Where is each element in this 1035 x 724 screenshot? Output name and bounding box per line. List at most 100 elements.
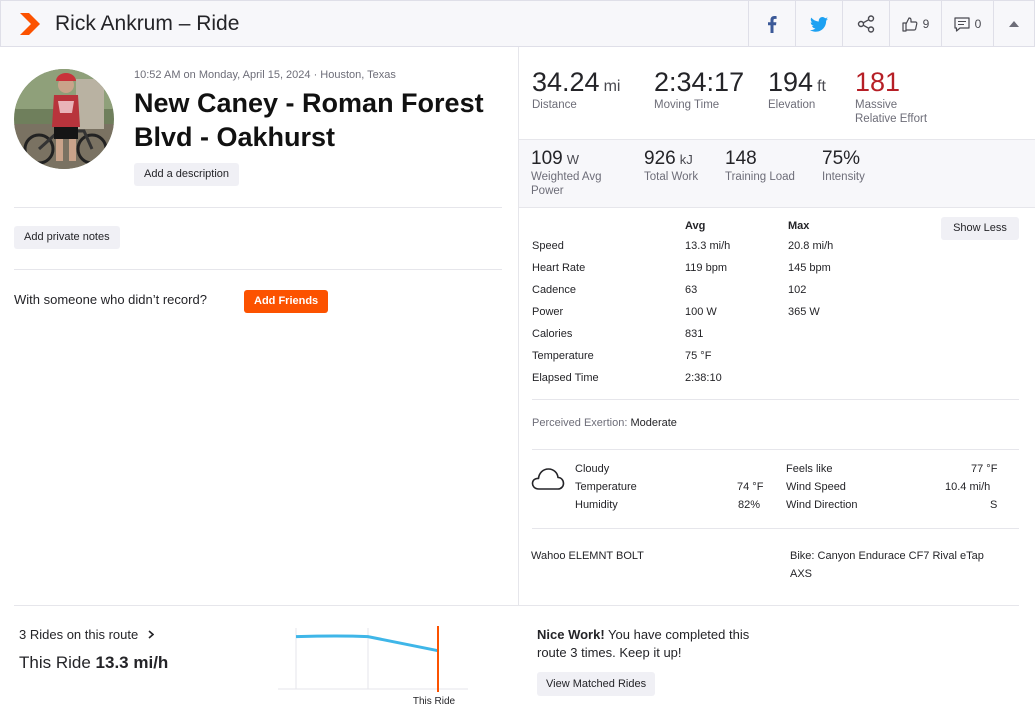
rides-on-route-text: 3 Rides on this route bbox=[19, 627, 139, 642]
row-max: 365 W bbox=[788, 306, 820, 318]
weather-humidity-value: 82% bbox=[738, 499, 761, 511]
add-description-button[interactable]: Add a description bbox=[134, 163, 239, 186]
route-message: Nice Work! You have completed this route… bbox=[537, 626, 757, 662]
divider bbox=[14, 605, 1019, 606]
twitter-share-button[interactable] bbox=[795, 1, 842, 47]
row-avg: 13.3 mi/h bbox=[685, 240, 731, 252]
weather-temperature-label: Temperature bbox=[575, 481, 637, 493]
row-max: 102 bbox=[788, 284, 807, 296]
share-button[interactable] bbox=[842, 1, 889, 47]
stat-value: 926 bbox=[644, 148, 676, 169]
exertion-value: Moderate bbox=[630, 417, 677, 429]
stat-label-line1: Weighted Avg bbox=[531, 171, 602, 183]
table-row: Speed 13.3 mi/h 20.8 mi/h bbox=[532, 240, 932, 256]
activity-datetime-location: 10:52 AM on Monday, April 15, 2024 · Hou… bbox=[134, 69, 396, 81]
add-friends-button[interactable]: Add Friends bbox=[244, 290, 329, 313]
athlete-avatar[interactable] bbox=[14, 69, 114, 169]
collapse-button[interactable] bbox=[993, 1, 1034, 47]
facebook-share-button[interactable] bbox=[748, 1, 795, 47]
activity-title[interactable]: New Caney - Roman Forest Blvd - Oakhurst bbox=[134, 86, 494, 154]
rides-on-route-link[interactable]: 3 Rides on this route bbox=[19, 627, 155, 642]
share-icon bbox=[857, 15, 875, 33]
divider bbox=[532, 528, 1019, 529]
cloud-icon bbox=[531, 468, 565, 490]
avatar-photo bbox=[14, 69, 114, 169]
table-row: Power 100 W 365 W bbox=[532, 306, 932, 322]
divider bbox=[14, 269, 502, 270]
weather-wind-direction-label: Wind Direction bbox=[786, 499, 858, 511]
route-comparison-chart: This Ride bbox=[278, 620, 468, 710]
strava-logo-icon[interactable] bbox=[20, 13, 40, 35]
stat-value: 148 bbox=[725, 148, 757, 169]
row-label: Speed bbox=[532, 240, 564, 252]
row-label: Heart Rate bbox=[532, 262, 586, 274]
stat-value: 34.24 bbox=[532, 67, 600, 97]
row-label: Elapsed Time bbox=[532, 372, 599, 384]
divider bbox=[532, 449, 1019, 450]
stat-unit: mi bbox=[603, 78, 621, 95]
kudos-count: 9 bbox=[922, 17, 930, 31]
stat-label-line1: Massive bbox=[855, 99, 898, 111]
row-label: Temperature bbox=[532, 350, 594, 362]
this-ride-value: 13.3 mi/h bbox=[95, 653, 169, 672]
add-private-notes-button[interactable]: Add private notes bbox=[14, 226, 120, 249]
stat-label-line2: Power bbox=[531, 185, 564, 197]
stat-value: 2:34:17 bbox=[654, 67, 745, 97]
stat-label: Total Work bbox=[644, 171, 699, 183]
divider bbox=[532, 399, 1019, 400]
device-name: Wahoo ELEMNT BOLT bbox=[531, 550, 644, 562]
column-header-avg: Avg bbox=[685, 220, 706, 232]
stat-value: 75% bbox=[822, 148, 861, 169]
stat-unit: ft bbox=[817, 78, 826, 95]
bike-name-line1[interactable]: Bike: Canyon Endurace CF7 Rival eTap bbox=[790, 550, 984, 562]
row-label: Calories bbox=[532, 328, 573, 340]
chevron-right-icon bbox=[148, 630, 155, 639]
table-row: Cadence 63 102 bbox=[532, 284, 932, 300]
column-header-max: Max bbox=[788, 220, 810, 232]
weather-humidity-label: Humidity bbox=[575, 499, 618, 511]
route-chart-svg: This Ride bbox=[278, 626, 468, 707]
exertion-label: Perceived Exertion: bbox=[532, 417, 628, 429]
stat-label: Moving Time bbox=[654, 99, 720, 111]
chart-series-line bbox=[295, 634, 439, 653]
stat-unit: kJ bbox=[679, 152, 693, 167]
stat-moving-time: 2:34:17 Moving Time bbox=[654, 67, 744, 112]
kudos-button[interactable]: 9 bbox=[889, 1, 941, 47]
primary-stats: 34.24 mi Distance 2:34:17 Moving Time 194… bbox=[519, 47, 1035, 139]
divider bbox=[14, 207, 502, 208]
page-title: Rick Ankrum – Ride bbox=[55, 12, 240, 35]
stat-value: 194 bbox=[768, 67, 814, 97]
page-header: Rick Ankrum – Ride 9 0 bbox=[0, 0, 1035, 47]
weather-wind-speed-value: 10.4 mi/h bbox=[945, 481, 991, 493]
show-less-button[interactable]: Show Less bbox=[941, 217, 1019, 240]
table-row: Calories 831 bbox=[532, 328, 932, 344]
collapse-icon bbox=[1009, 21, 1019, 27]
stat-training-load: 148 Training Load bbox=[725, 148, 795, 184]
weather-wind-direction-value: S bbox=[990, 499, 998, 511]
stat-label: Distance bbox=[532, 99, 577, 111]
weather-feels-like-value: 77 °F bbox=[971, 463, 998, 475]
comment-button[interactable]: 0 bbox=[941, 1, 993, 47]
view-matched-rides-button[interactable]: View Matched Rides bbox=[537, 672, 656, 696]
twitter-icon bbox=[810, 16, 828, 32]
row-label: Cadence bbox=[532, 284, 577, 296]
row-label: Power bbox=[532, 306, 564, 318]
row-max: 145 bpm bbox=[788, 262, 831, 274]
row-avg: 75 °F bbox=[685, 350, 712, 362]
stat-label: Training Load bbox=[725, 171, 795, 183]
stat-relative-effort[interactable]: 181 Massive Relative Effort bbox=[855, 67, 927, 126]
row-avg: 63 bbox=[685, 284, 698, 296]
stat-distance: 34.24 mi Distance bbox=[532, 67, 620, 112]
this-ride-label: This Ride bbox=[19, 653, 91, 672]
this-ride-marker-label: This Ride bbox=[413, 696, 456, 707]
with-someone-text: With someone who didn’t record? bbox=[14, 292, 207, 307]
stat-total-work: 926 kJ Total Work bbox=[644, 148, 698, 184]
bike-name-line2[interactable]: AXS bbox=[790, 568, 812, 580]
stat-intensity: 75% Intensity bbox=[822, 148, 865, 184]
facebook-icon bbox=[768, 15, 777, 33]
stat-label: Intensity bbox=[822, 171, 865, 183]
comment-icon bbox=[954, 16, 970, 32]
row-avg: 831 bbox=[685, 328, 704, 340]
stat-weighted-avg-power: 109 W Weighted Avg Power bbox=[531, 148, 602, 198]
stat-elevation: 194 ft Elevation bbox=[768, 67, 826, 112]
